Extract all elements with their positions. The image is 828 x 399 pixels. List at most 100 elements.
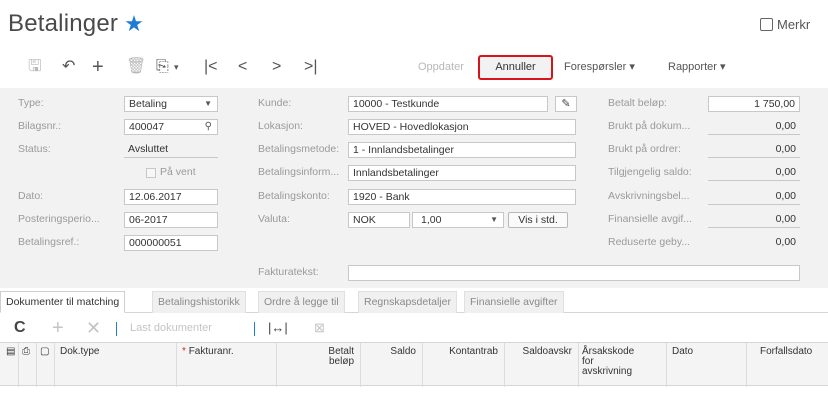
delete-row-icon[interactable]: ✕	[86, 314, 101, 342]
toolbar-separator	[116, 322, 117, 336]
valuta-label: Valuta:	[258, 213, 290, 225]
lokasjon-label: Lokasjon:	[258, 120, 303, 132]
page-title: Betalinger ★	[8, 10, 144, 38]
avskrivning-value: 0,00	[708, 189, 800, 205]
attachment-icon[interactable]: ⎙	[22, 347, 30, 357]
dato-field[interactable]: 12.06.2017	[124, 189, 218, 205]
grid-header: ▤ ⎙ ▢ Dok.type * Fakturanr. Betalt beløp …	[0, 342, 828, 387]
posteringsperiode-field[interactable]: 06-2017	[124, 212, 218, 228]
export-excel-icon[interactable]: ⊠	[314, 314, 325, 342]
kurs-select[interactable]: 1,00 ▼	[412, 212, 504, 228]
reduserte-gebyr-label: Reduserte geby...	[608, 236, 691, 248]
betalingsinform-label: Betalingsinform...	[258, 166, 340, 178]
refresh-icon[interactable]: C	[14, 314, 26, 342]
column-divider	[746, 343, 747, 387]
tab-betalingshistorikk[interactable]: Betalingshistorikk	[152, 291, 246, 313]
fakturatekst-label: Fakturatekst:	[258, 266, 319, 278]
betalt-belop-field[interactable]: 1 750,00	[708, 96, 800, 112]
tilgjengelig-saldo-label: Tilgjengelig saldo:	[608, 166, 692, 178]
tilgjengelig-saldo-value: 0,00	[708, 165, 800, 181]
type-value: Betaling	[129, 98, 167, 110]
required-asterisk: *	[182, 346, 186, 357]
kurs-value: 1,00	[421, 214, 442, 226]
grid-toolbar: C + ✕ Last dokumenter |↔| ⊠	[0, 314, 828, 342]
rapporter-menu[interactable]: Rapporter ▾	[668, 52, 726, 82]
next-record-icon[interactable]: >	[272, 52, 281, 82]
status-label: Status:	[18, 143, 51, 155]
lokasjon-field[interactable]: HOVED - Hovedlokasjon	[348, 119, 576, 135]
col-fakturanr[interactable]: * Fakturanr.	[182, 347, 234, 357]
save-icon[interactable]: 🖫	[28, 52, 42, 82]
pa-vent-checkbox[interactable]	[146, 168, 156, 178]
favorite-star-icon[interactable]: ★	[124, 11, 144, 36]
column-divider	[422, 343, 423, 387]
fit-columns-icon[interactable]: |↔|	[268, 314, 288, 342]
last-dokumenter-button[interactable]: Last dokumenter	[130, 314, 212, 342]
note-icon[interactable]: ▢	[40, 347, 49, 357]
column-divider	[578, 343, 579, 387]
vis-i-std-button[interactable]: Vis i std.	[508, 212, 568, 228]
col-dato[interactable]: Dato	[672, 347, 693, 357]
bilagsnr-label: Bilagsnr.:	[18, 120, 62, 132]
betalt-belop-label: Betalt beløp:	[608, 97, 667, 109]
add-icon[interactable]: +	[92, 52, 104, 82]
chevron-down-icon[interactable]: ▾	[174, 52, 179, 82]
column-divider	[176, 343, 177, 387]
oppdater-button[interactable]: Oppdater	[418, 52, 464, 82]
col-saldoavskr[interactable]: Saldoavskr	[508, 347, 572, 357]
first-record-icon[interactable]: |<	[204, 52, 218, 82]
col-arsak-line3: avskrivning	[582, 366, 633, 377]
col-saldo[interactable]: Saldo	[364, 347, 416, 357]
type-label: Type:	[18, 97, 44, 109]
payment-form: Type: Betaling ▼ Bilagsnr.: 400047 ⚲ Statu…	[0, 88, 828, 288]
tab-ordre-a-legge-til[interactable]: Ordre å legge til	[258, 291, 345, 313]
valuta-field[interactable]: NOK	[348, 212, 410, 228]
pa-vent-label: På vent	[160, 166, 196, 178]
prev-record-icon[interactable]: <	[238, 52, 247, 82]
copy-paste-icon[interactable]: ⎘	[156, 52, 169, 82]
kunde-label: Kunde:	[258, 97, 292, 109]
betalingsinform-field[interactable]: Innlandsbetalinger	[348, 165, 576, 181]
fakturatekst-field[interactable]	[348, 265, 800, 281]
brukt-dokum-label: Brukt på dokum...	[608, 120, 691, 132]
foresporsler-menu[interactable]: Forespørsler ▾	[564, 52, 635, 82]
col-fakturanr-label: Fakturanr.	[188, 346, 234, 357]
tab-finansielle-avgifter[interactable]: Finansielle avgifter	[464, 291, 564, 313]
column-divider	[504, 343, 505, 387]
page-title-text: Betalinger	[8, 10, 119, 37]
finansielle-avgifter-value: 0,00	[708, 212, 800, 228]
annuller-button[interactable]: Annuller	[478, 55, 553, 80]
brukt-ordrer-value: 0,00	[708, 142, 800, 158]
betalingsref-field[interactable]: 000000051	[124, 235, 218, 251]
search-icon[interactable]: ⚲	[205, 120, 212, 134]
betalingsmetode-field[interactable]: 1 - Innlandsbetalinger	[348, 142, 576, 158]
kunde-field[interactable]: 10000 - Testkunde	[348, 96, 548, 112]
tab-dokumenter-til-matching[interactable]: Dokumenter til matching	[0, 291, 126, 313]
col-betalt-belop[interactable]: Betalt beløp	[300, 347, 354, 367]
reduserte-gebyr-value: 0,00	[775, 236, 796, 248]
betalingskonto-field[interactable]: 1920 - Bank	[348, 189, 576, 205]
notes-link-label: Merkr	[777, 17, 811, 32]
add-row-icon[interactable]: +	[52, 314, 64, 342]
betalingskonto-label: Betalingskonto:	[258, 190, 330, 202]
column-divider	[54, 343, 55, 387]
col-forfallsdato[interactable]: Forfallsdato	[760, 347, 812, 357]
bilagsnr-value: 400047	[129, 121, 165, 133]
col-kontantrab[interactable]: Kontantrab	[426, 347, 498, 357]
betalingsref-label: Betalingsref.:	[18, 236, 80, 248]
type-select[interactable]: Betaling ▼	[124, 96, 218, 112]
column-divider	[18, 343, 19, 387]
edit-pencil-icon[interactable]: ✎	[555, 96, 577, 112]
tab-regnskapsdetaljer[interactable]: Regnskapsdetaljer	[358, 291, 457, 313]
col-arsakskode[interactable]: Årsakskode for avskrivning	[582, 347, 634, 377]
column-divider	[276, 343, 277, 387]
notes-link[interactable]: Merkr	[760, 17, 810, 32]
last-record-icon[interactable]: >|	[304, 52, 318, 82]
bilagsnr-field[interactable]: 400047 ⚲	[124, 119, 218, 135]
delete-icon[interactable]: 🗑	[126, 52, 146, 82]
files-icon[interactable]: ▤	[6, 347, 15, 357]
undo-icon[interactable]: ↶	[62, 52, 75, 82]
avskrivning-label: Avskrivningsbel...	[608, 190, 690, 202]
col-doktype[interactable]: Dok.type	[60, 347, 99, 357]
column-divider	[36, 343, 37, 387]
